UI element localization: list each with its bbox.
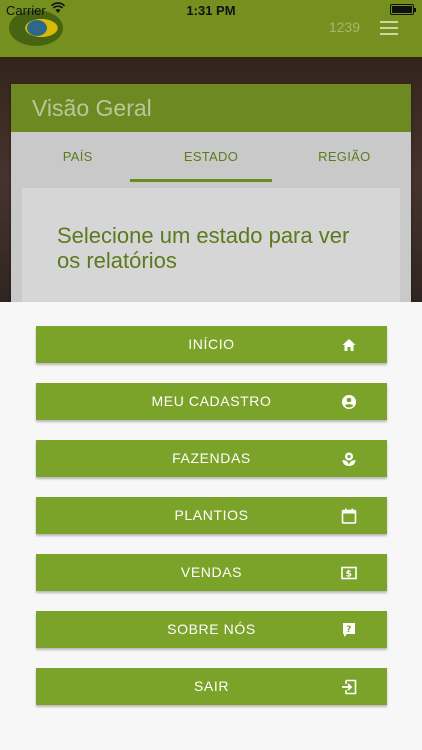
exit-icon bbox=[341, 679, 357, 695]
status-bar: Carrier 1:31 PM bbox=[0, 0, 422, 20]
menu-item-inicio[interactable]: INÍCIO bbox=[36, 326, 387, 363]
money-icon: $ bbox=[341, 565, 357, 581]
clock: 1:31 PM bbox=[186, 3, 236, 18]
menu-item-label: INÍCIO bbox=[188, 336, 235, 352]
menu-item-label: VENDAS bbox=[180, 564, 243, 580]
battery-icon bbox=[390, 4, 416, 15]
menu-item-vendas[interactable]: VENDAS $ bbox=[36, 554, 387, 591]
state-prompt-text: Selecione um estado para ver os relatóri… bbox=[57, 223, 350, 273]
help-icon: ? bbox=[341, 622, 357, 638]
menu-item-label: FAZENDAS bbox=[172, 450, 251, 466]
menu-item-fazendas[interactable]: FAZENDAS bbox=[36, 440, 387, 477]
menu-item-sobre-nos[interactable]: SOBRE NÓS ? bbox=[36, 611, 387, 648]
counter-badge: 1239 bbox=[328, 19, 360, 35]
svg-text:$: $ bbox=[346, 570, 353, 580]
tab-estado[interactable]: ESTADO bbox=[144, 132, 277, 182]
tab-pais[interactable]: PAÍS bbox=[11, 132, 144, 182]
menu-item-label: PLANTIOS bbox=[174, 507, 249, 523]
calendar-icon bbox=[341, 508, 357, 524]
overview-card: Visão Geral PAÍS ESTADO REGIÃO Selecione… bbox=[11, 84, 411, 328]
menu-item-label: SAIR bbox=[193, 678, 230, 694]
menu-item-plantios[interactable]: PLANTIOS bbox=[36, 497, 387, 534]
tab-regiao[interactable]: REGIÃO bbox=[278, 132, 411, 182]
flower-icon bbox=[341, 451, 357, 467]
navigation-drawer: INÍCIO MEU CADASTRO FAZENDAS PLANTIOS VE… bbox=[0, 302, 422, 750]
menu-item-label: MEU CADASTRO bbox=[151, 393, 272, 409]
overview-title: Visão Geral bbox=[11, 84, 411, 132]
menu-item-sair[interactable]: SAIR bbox=[36, 668, 387, 705]
menu-item-meu-cadastro[interactable]: MEU CADASTRO bbox=[36, 383, 387, 420]
active-tab-indicator bbox=[130, 179, 272, 182]
home-icon bbox=[341, 337, 357, 353]
hamburger-menu-icon[interactable] bbox=[380, 21, 398, 35]
region-tabs: PAÍS ESTADO REGIÃO bbox=[11, 132, 411, 182]
account-circle-icon bbox=[341, 394, 357, 410]
svg-text:?: ? bbox=[346, 625, 352, 635]
menu-item-label: SOBRE NÓS bbox=[167, 621, 256, 637]
